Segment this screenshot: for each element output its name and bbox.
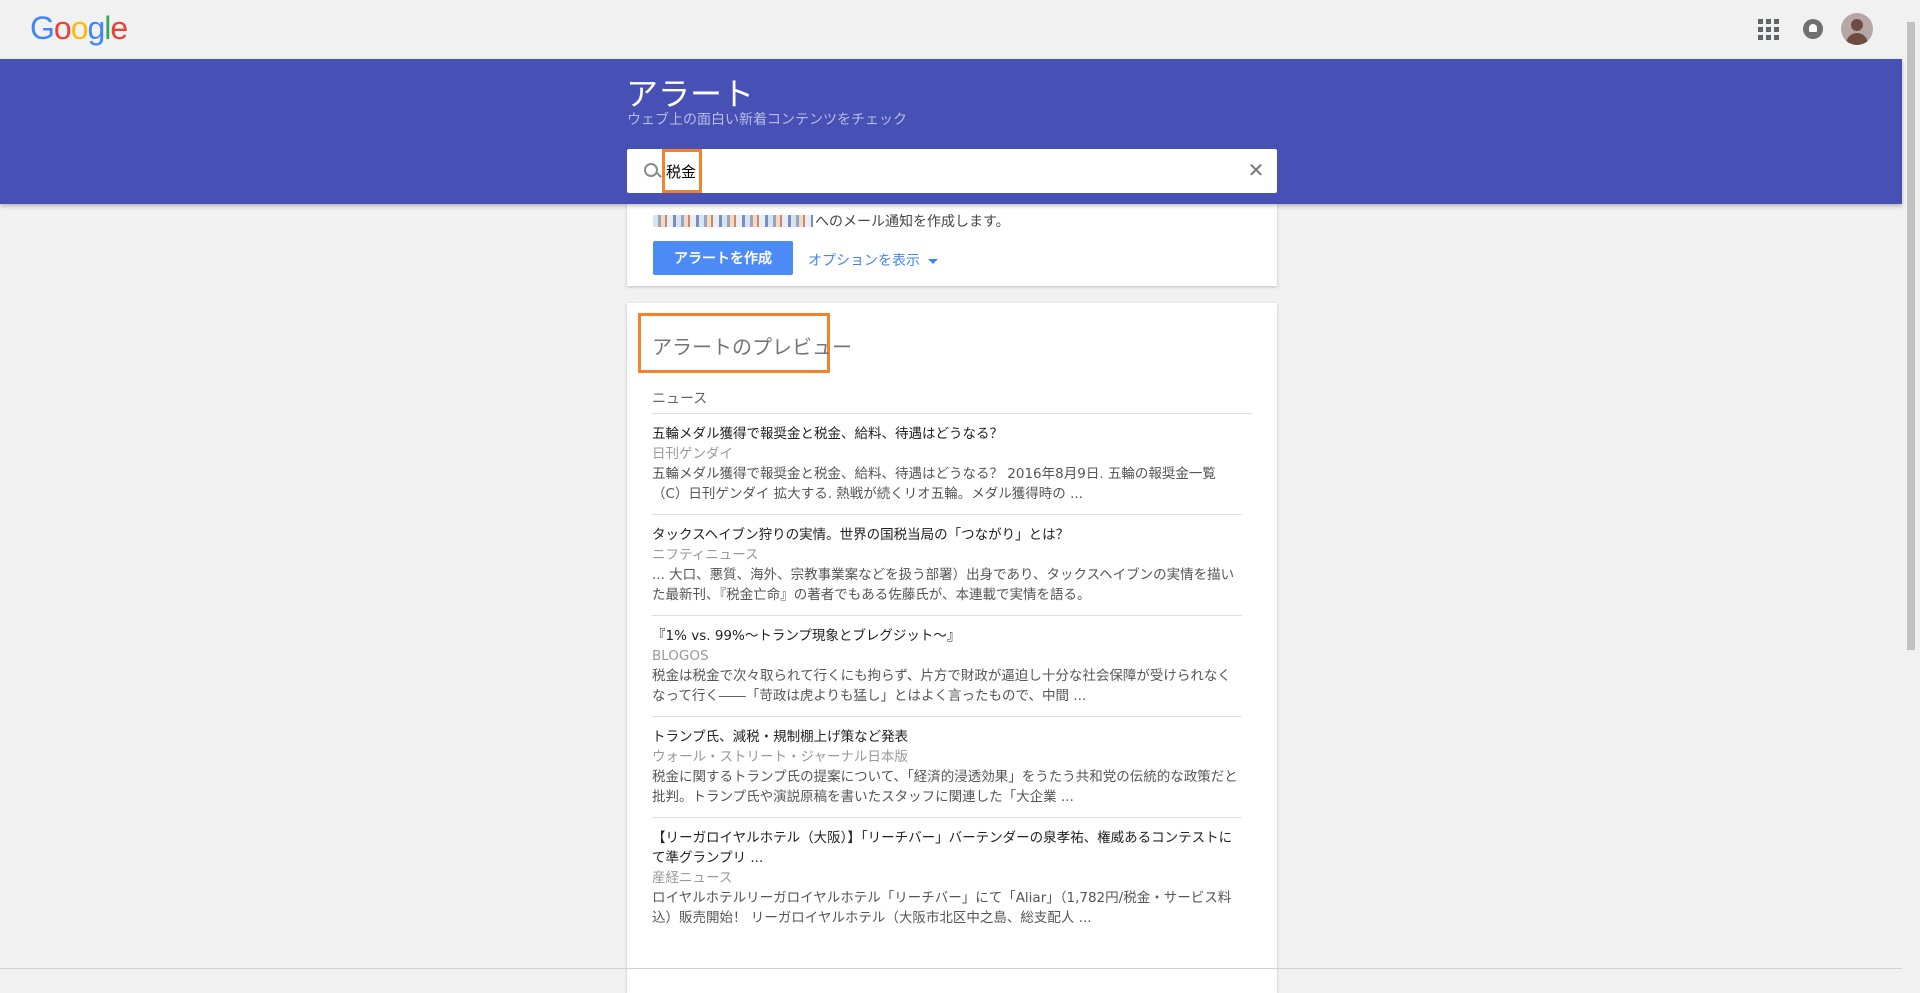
create-alert-button[interactable]: アラートを作成: [653, 241, 793, 275]
create-alert-card: へのメール通知を作成します。 アラートを作成 オプションを表示: [627, 204, 1277, 286]
search-icon: [644, 163, 658, 177]
article-title[interactable]: 【リーガロイヤルホテル（大阪）】「リーチバー」バーテンダーの泉孝祐、権威あるコン…: [652, 828, 1242, 868]
article-source: BLOGOS: [652, 648, 709, 664]
alerts-header: アラート ウェブ上の面白い新着コンテンツをチェック ✕: [0, 59, 1902, 204]
alert-preview-card: アラートのプレビュー ニュース 五輪メダル獲得で報奨金と税金、給料、待遇はどうな…: [627, 303, 1277, 993]
article-item[interactable]: トランプ氏、減税・規制棚上げ策など発表 ウォール・ストリート・ジャーナル日本版 …: [652, 717, 1242, 818]
logo-letter: o: [53, 10, 72, 46]
divider: [0, 968, 1902, 969]
alert-query-input[interactable]: [666, 160, 1186, 182]
show-options-label: オプションを表示: [808, 253, 920, 269]
article-list: 五輪メダル獲得で報奨金と税金、給料、待遇はどうなる？ 日刊ゲンダイ 五輪メダル獲…: [652, 414, 1242, 938]
close-icon[interactable]: ✕: [1245, 159, 1267, 181]
logo-letter: o: [70, 10, 89, 46]
apps-icon[interactable]: [1753, 14, 1783, 44]
logo-letter: g: [87, 10, 105, 46]
logo-letter: e: [110, 10, 128, 46]
article-item[interactable]: 五輪メダル獲得で報奨金と税金、給料、待遇はどうなる？ 日刊ゲンダイ 五輪メダル獲…: [652, 414, 1242, 515]
alert-query-box[interactable]: ✕: [627, 149, 1277, 193]
article-source: 日刊ゲンダイ: [652, 446, 733, 462]
notifications-icon[interactable]: [1798, 14, 1828, 44]
article-snippet: 税金に関するトランプ氏の提案について、「経済的浸透効果」をうたう共和党の伝統的な…: [652, 769, 1238, 805]
page-scrollbar[interactable]: [1902, 0, 1920, 971]
article-title[interactable]: 五輪メダル獲得で報奨金と税金、給料、待遇はどうなる？: [652, 424, 1242, 444]
article-item[interactable]: 『1% vs. 99%〜トランプ現象とブレグジット〜』 BLOGOS 税金は税金…: [652, 616, 1242, 717]
notify-text: へのメール通知を作成します。: [815, 214, 1010, 230]
top-bar: Google: [0, 0, 1902, 59]
google-logo[interactable]: Google: [30, 10, 128, 47]
article-snippet: 税金は税金で次々取られて行くにも拘らず、片方で財政が逼迫し十分な社会保障が受けら…: [652, 668, 1231, 704]
blurred-email-address: [653, 215, 813, 227]
account-avatar[interactable]: [1841, 13, 1873, 45]
article-item[interactable]: 【リーガロイヤルホテル（大阪）】「リーチバー」バーテンダーの泉孝祐、権威あるコン…: [652, 818, 1242, 938]
article-snippet: 五輪メダル獲得で報奨金と税金、給料、待遇はどうなる？ 2016年8月9日. 五輪…: [652, 466, 1216, 502]
article-title[interactable]: トランプ氏、減税・規制棚上げ策など発表: [652, 727, 1242, 747]
preview-title: アラートのプレビュー: [652, 335, 852, 359]
article-title[interactable]: 『1% vs. 99%〜トランプ現象とブレグジット〜』: [652, 626, 1242, 646]
article-source: ニフティニュース: [652, 547, 759, 563]
show-options-link[interactable]: オプションを表示: [808, 250, 938, 270]
chevron-down-icon: [928, 258, 938, 264]
article-snippet: ロイヤルホテルリーガロイヤルホテル「リーチバー」にて「Aliar」（1,782円…: [652, 890, 1232, 926]
scrollbar-thumb[interactable]: [1907, 22, 1915, 650]
notify-line: へのメール通知を作成します。: [653, 211, 1010, 231]
article-title[interactable]: タックスヘイブン狩りの実情。世界の国税当局の「つながり」とは？: [652, 525, 1242, 545]
article-item[interactable]: タックスヘイブン狩りの実情。世界の国税当局の「つながり」とは？ ニフティニュース…: [652, 515, 1242, 616]
article-source: ウォール・ストリート・ジャーナル日本版: [652, 749, 908, 765]
article-snippet: ... 大口、悪質、海外、宗教事業案などを扱う部署）出身であり、タックスヘイブン…: [652, 567, 1235, 603]
article-source: 産経ニュース: [652, 870, 733, 886]
page-subtitle: ウェブ上の面白い新着コンテンツをチェック: [627, 112, 907, 128]
section-label-news: ニュース: [652, 391, 708, 407]
logo-letter: G: [30, 10, 55, 46]
query-highlight-box: [662, 149, 702, 193]
